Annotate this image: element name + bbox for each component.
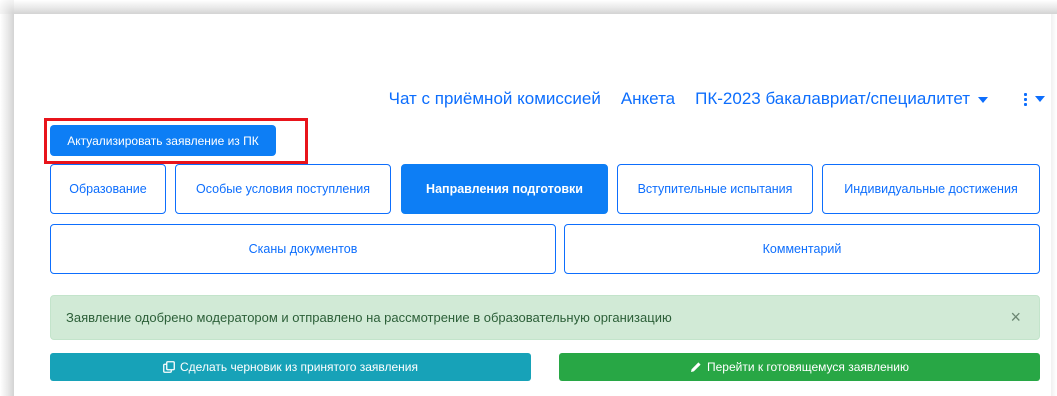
app-window: Чат с приёмной комиссией Анкета ПК-2023 … xyxy=(0,0,1057,396)
tab-entrance-exams[interactable]: Вступительные испытания xyxy=(617,164,813,214)
campaign-dropdown-label: ПК-2023 бакалавриат/специалитет xyxy=(695,89,970,108)
pencil-icon xyxy=(690,361,702,373)
top-navigation: Чат с приёмной комиссией Анкета ПК-2023 … xyxy=(369,86,1051,112)
approval-alert: Заявление одобрено модератором и отправл… xyxy=(50,295,1040,340)
main-content: Чат с приёмной комиссией Анкета ПК-2023 … xyxy=(14,14,1051,396)
tab-comment[interactable]: Комментарий xyxy=(564,224,1040,274)
alert-message: Заявление одобрено модератором и отправл… xyxy=(66,310,672,325)
window-shadow-top xyxy=(14,0,1057,14)
chevron-down-icon xyxy=(978,96,988,103)
copy-icon xyxy=(163,361,175,373)
nav-chat-link[interactable]: Чат с приёмной комиссией xyxy=(389,89,601,109)
tab-document-scans[interactable]: Сканы документов xyxy=(50,224,556,274)
tab-special-conditions[interactable]: Особые условия поступления xyxy=(175,164,391,214)
chevron-down-icon xyxy=(1035,96,1045,102)
make-draft-label: Сделать черновик из принятого заявления xyxy=(180,360,418,374)
tab-study-directions[interactable]: Направления подготовки xyxy=(401,164,608,214)
window-shadow-left xyxy=(0,14,14,396)
kebab-menu-icon xyxy=(1024,91,1027,107)
nav-profile-link[interactable]: Анкета xyxy=(621,89,675,109)
go-to-draft-button[interactable]: Перейти к готовящемуся заявлению xyxy=(559,353,1040,381)
tab-achievements[interactable]: Индивидуальные достижения xyxy=(822,164,1040,214)
window-shadow-corner xyxy=(0,0,14,14)
more-menu-button[interactable] xyxy=(988,91,1045,107)
make-draft-button[interactable]: Сделать черновик из принятого заявления xyxy=(50,353,531,381)
tab-education[interactable]: Образование xyxy=(50,164,166,214)
go-to-draft-label: Перейти к готовящемуся заявлению xyxy=(706,360,910,374)
campaign-dropdown[interactable]: ПК-2023 бакалавриат/специалитет xyxy=(695,89,988,109)
window-shadow-right xyxy=(1051,14,1057,396)
close-icon[interactable]: × xyxy=(1010,308,1021,326)
refresh-application-button[interactable]: Актуализировать заявление из ПК xyxy=(50,125,276,156)
